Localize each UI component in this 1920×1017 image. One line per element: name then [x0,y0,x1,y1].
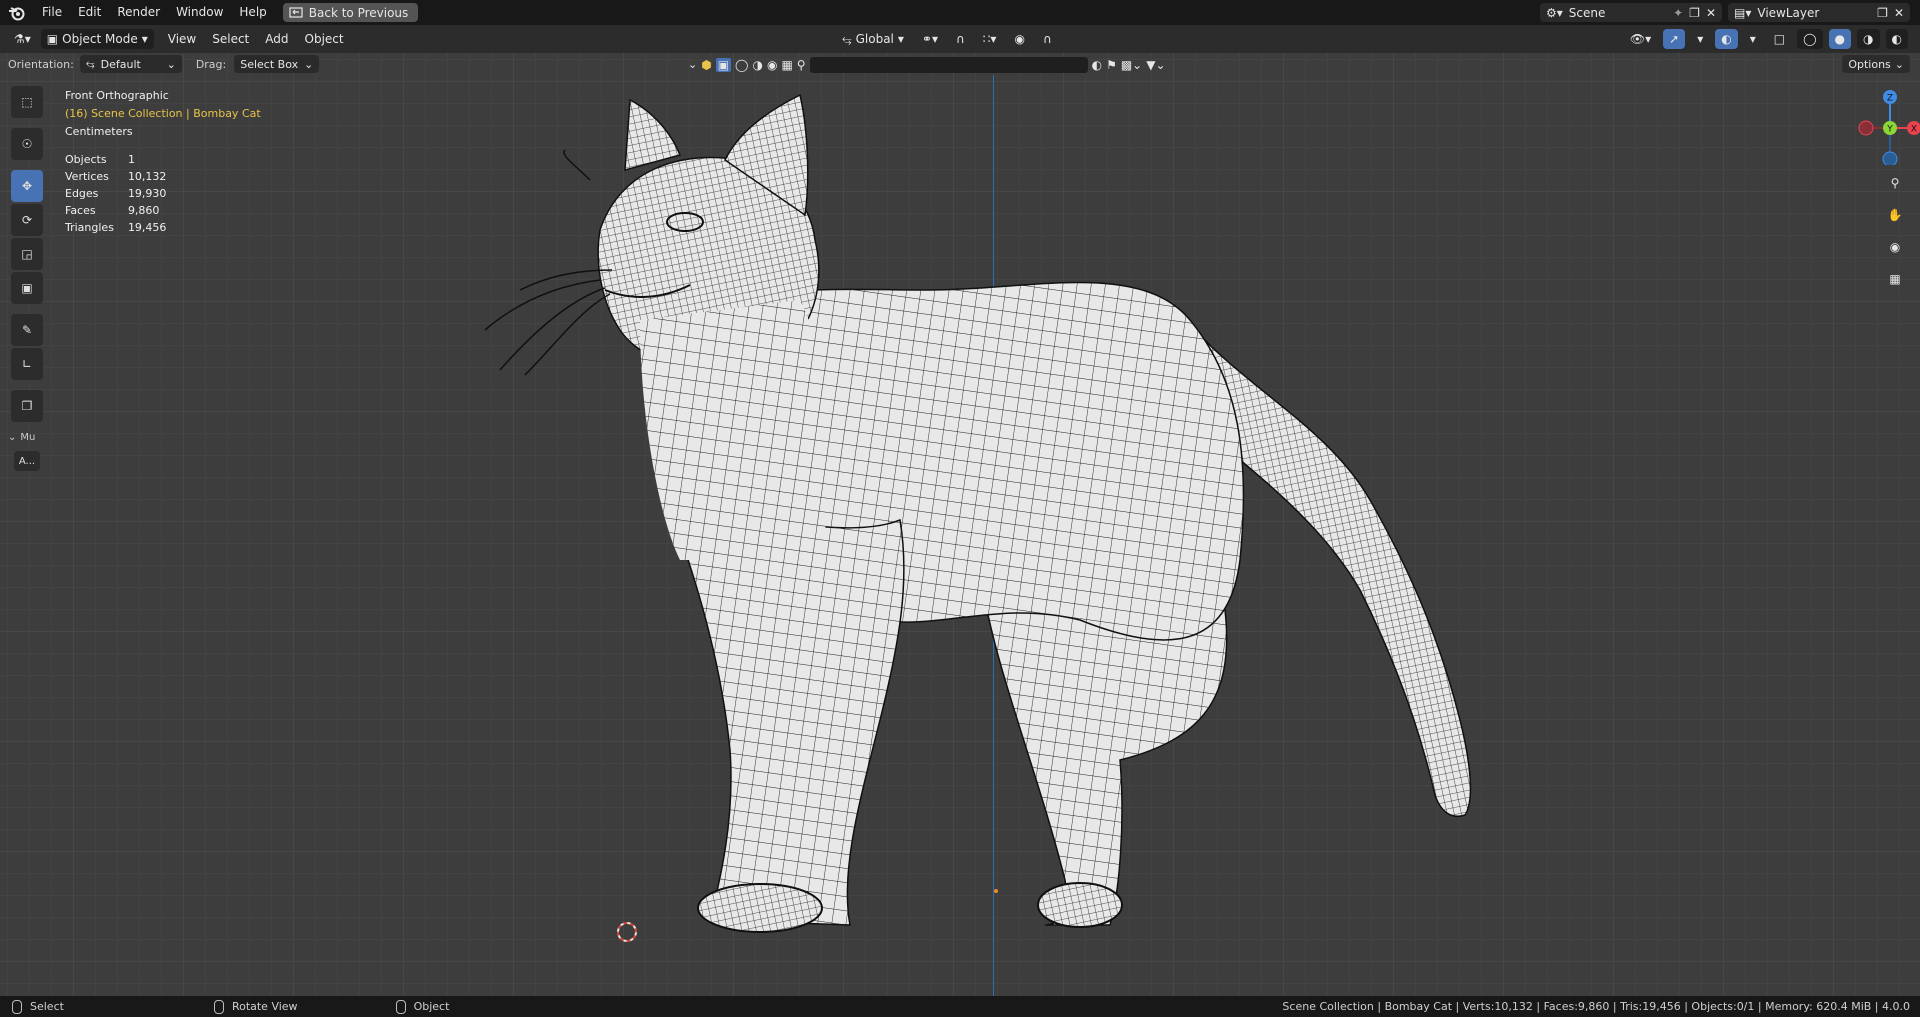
stat-value: 10,132 [127,170,167,183]
camera-icon: ◉ [1889,240,1901,254]
pan-button[interactable]: ✋ [1882,202,1908,228]
neg-z-axis-handle[interactable] [1882,151,1898,165]
stat-label: Objects [65,153,107,166]
hint-select: Select [12,999,64,1014]
stat-value: 19,456 [127,221,167,234]
annotate-tool[interactable]: ✎ [11,314,43,346]
cat-body [484,93,1472,933]
transform-tool[interactable]: ▣ [11,272,43,304]
x-axis-label: X [1911,125,1917,135]
tool-shelf: ⬚ ☉ ✥ ⟳ ◲ ▣ ✎ ∟ ❐ ⌄ Mu A... [8,86,46,471]
collapsed-panel-label: Mu [20,432,36,443]
move-tool[interactable]: ✥ [11,170,43,202]
y-axis-label: Y [1886,125,1893,135]
3d-cursor[interactable] [617,922,637,942]
z-axis-label: Z [1887,94,1893,104]
hint-object: Object [395,999,450,1014]
units-label: Centimeters [65,125,133,138]
add-cube-icon: ❐ [21,399,33,413]
stat-row: Vertices 10,132 [65,168,180,185]
hint-label: Object [413,1000,450,1013]
scale-tool[interactable]: ◲ [11,238,43,270]
status-bar: Select Rotate View Object Scene Collecti… [0,996,1920,1017]
hint-rotate-view: Rotate View [213,999,298,1014]
scene-statistics: Objects 1 Vertices 10,132 Edges 19,930 Face… [65,151,180,236]
hint-label: Rotate View [231,1000,298,1013]
view-name: Front Orthographic [65,89,169,102]
add-panel-button[interactable]: A... [14,451,40,471]
pencil-icon: ✎ [21,323,33,337]
hand-icon: ✋ [1887,208,1903,222]
neg-x-axis-handle[interactable] [1858,120,1874,136]
stat-value: 19,930 [127,187,167,200]
stat-row: Triangles 19,456 [65,219,180,236]
scale-icon: ◲ [21,247,33,261]
cat-mesh[interactable] [0,0,1920,1017]
navigation-gizmo[interactable]: Z X Y [1840,85,1920,165]
ruler-icon: ∟ [21,357,33,371]
collapsed-panel[interactable]: ⌄ Mu [8,432,46,443]
stat-label: Triangles [65,221,114,234]
stat-row: Edges 19,930 [65,185,180,202]
grid-icon: ▦ [1889,272,1901,286]
add-panel-label: A... [18,455,36,467]
mouse-right-icon [395,999,406,1014]
camera-view-button[interactable]: ◉ [1882,234,1908,260]
transform-icon: ▣ [21,281,33,295]
scene-info: Scene Collection | Bombay Cat | Verts:10… [1282,1000,1910,1013]
select-box-icon: ⬚ [21,95,33,109]
stat-row: Faces 9,860 [65,202,180,219]
stat-label: Faces [65,204,96,217]
status-hints: Select Rotate View Object [12,999,523,1014]
zoom-icon: ⚲ [1890,176,1900,190]
stat-label: Edges [65,187,99,200]
cursor-tool[interactable]: ☉ [11,128,43,160]
ortho-toggle-button[interactable]: ▦ [1882,266,1908,292]
add-cube-tool[interactable]: ❐ [11,390,43,422]
measure-tool[interactable]: ∟ [11,348,43,380]
rotate-icon: ⟳ [21,213,33,227]
navigation-tools: ⚲ ✋ ◉ ▦ [1882,170,1908,292]
stat-label: Vertices [65,170,109,183]
viewport-info: Front Orthographic (16) Scene Collection… [65,87,261,141]
stat-row: Objects 1 [65,151,180,168]
mouse-middle-icon [213,999,224,1014]
move-icon: ✥ [21,179,33,193]
mouse-left-icon [12,999,22,1014]
zoom-button[interactable]: ⚲ [1882,170,1908,196]
rotate-tool[interactable]: ⟳ [11,204,43,236]
cursor-icon: ☉ [21,137,33,151]
collection-path: (16) Scene Collection | Bombay Cat [65,107,261,120]
chevron-down-icon: ⌄ [8,432,17,443]
stat-value: 9,860 [127,204,160,217]
select-box-tool[interactable]: ⬚ [11,86,43,118]
hint-label: Select [30,1000,64,1013]
stat-value: 1 [127,153,135,166]
object-origin [994,889,998,893]
